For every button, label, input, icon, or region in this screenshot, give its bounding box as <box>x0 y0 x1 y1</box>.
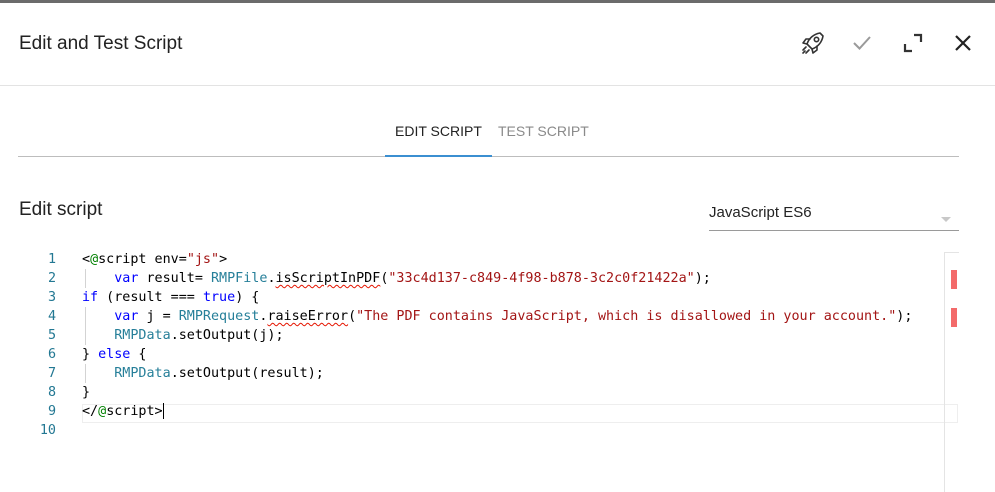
section-title: Edit script <box>19 199 103 220</box>
code-line[interactable]: var result= RMPFile.isScriptInPDF("33c4d… <box>82 269 944 288</box>
code-token: } <box>82 385 91 400</box>
line-number: 5 <box>47 328 56 343</box>
expand-icon <box>903 33 923 53</box>
code-token: > <box>219 252 228 267</box>
code-token: RMPRequest <box>178 309 260 324</box>
code-token: RMPFile <box>211 271 268 286</box>
line-number: 2 <box>47 271 56 286</box>
code-token: ) { <box>235 290 260 305</box>
code-token: var <box>114 309 139 324</box>
code-token: else <box>98 347 131 362</box>
error-marker[interactable] <box>951 308 957 327</box>
code-token: raiseError <box>267 309 349 324</box>
code-line[interactable]: RMPData.setOutput(j); <box>82 326 944 345</box>
code-token: @ <box>90 252 99 267</box>
close-button[interactable] <box>947 27 979 59</box>
tab-edit-script[interactable]: EDIT SCRIPT <box>385 106 492 157</box>
code-token: "js" <box>186 252 220 267</box>
code-token: ); <box>694 271 711 286</box>
tab-bar: EDIT SCRIPT TEST SCRIPT <box>18 106 959 157</box>
code-line[interactable]: RMPData.setOutput(result); <box>82 364 944 383</box>
maximize-button[interactable] <box>897 27 929 59</box>
code-token: isScriptInPDF <box>275 271 381 286</box>
line-number: 10 <box>39 423 56 438</box>
code-token: "33c4d137-c849-4f98-b878-3c2c0f21422a" <box>388 271 695 286</box>
code-token: "The PDF contains JavaScript, which is d… <box>356 309 897 324</box>
language-select-value: JavaScript ES6 <box>709 204 812 221</box>
code-token: RMPData <box>114 366 171 381</box>
language-select[interactable]: JavaScript ES6 <box>709 200 959 231</box>
code-line[interactable]: } <box>82 383 944 402</box>
error-marker[interactable] <box>951 270 957 289</box>
confirm-button[interactable] <box>846 27 878 59</box>
code-line[interactable]: if (result === true) { <box>82 288 944 307</box>
code-editor[interactable]: 1 2 3 4 5 6 7 8 9 10 <@script env="js"> var resul… <box>0 250 995 492</box>
dialog-title: Edit and Test Script <box>19 33 183 54</box>
code-token: script> <box>106 404 163 419</box>
code-token: .setOutput(result); <box>170 366 324 381</box>
code-token: true <box>202 290 236 305</box>
line-number: 3 <box>47 290 56 305</box>
dialog-header: Edit and Test Script <box>0 3 995 86</box>
code-token: < <box>82 252 91 267</box>
line-number-gutter: 1 2 3 4 5 6 7 8 9 10 <box>0 250 60 440</box>
code-token: RMPData <box>114 328 171 343</box>
text-cursor <box>162 403 164 419</box>
code-token: script env= <box>98 252 187 267</box>
code-line[interactable]: <@script env="js"> <box>82 250 944 269</box>
code-line[interactable]: } else { <box>82 345 944 364</box>
code-token: .setOutput(j); <box>170 328 284 343</box>
launch-button[interactable] <box>797 27 829 59</box>
code-token: var <box>114 271 139 286</box>
line-number: 6 <box>47 347 56 362</box>
code-token: if <box>82 290 99 305</box>
code-line[interactable] <box>82 421 944 440</box>
code-token: @ <box>98 404 107 419</box>
chevron-down-icon <box>941 217 951 222</box>
line-number: 8 <box>47 385 56 400</box>
line-number: 4 <box>47 309 56 324</box>
code-token: j = <box>138 309 179 324</box>
line-number: 1 <box>47 252 56 267</box>
code-token: result= <box>138 271 211 286</box>
code-token: { <box>130 347 147 362</box>
code-token: . <box>267 271 276 286</box>
line-number: 9 <box>47 404 56 419</box>
code-lines[interactable]: <@script env="js"> var result= RMPFile.i… <box>82 250 944 440</box>
code-line[interactable]: var j = RMPRequest.raiseError("The PDF c… <box>82 307 944 326</box>
code-token: ( <box>348 309 357 324</box>
tab-test-script[interactable]: TEST SCRIPT <box>488 106 599 157</box>
line-number: 7 <box>47 366 56 381</box>
code-token: (result === <box>98 290 203 305</box>
code-token: ); <box>896 309 913 324</box>
check-icon <box>853 36 871 50</box>
code-token: } <box>82 347 99 362</box>
code-line[interactable]: </@script> <box>82 402 944 421</box>
close-icon <box>955 35 971 51</box>
rocket-icon <box>802 32 824 54</box>
code-token: </ <box>82 404 99 419</box>
